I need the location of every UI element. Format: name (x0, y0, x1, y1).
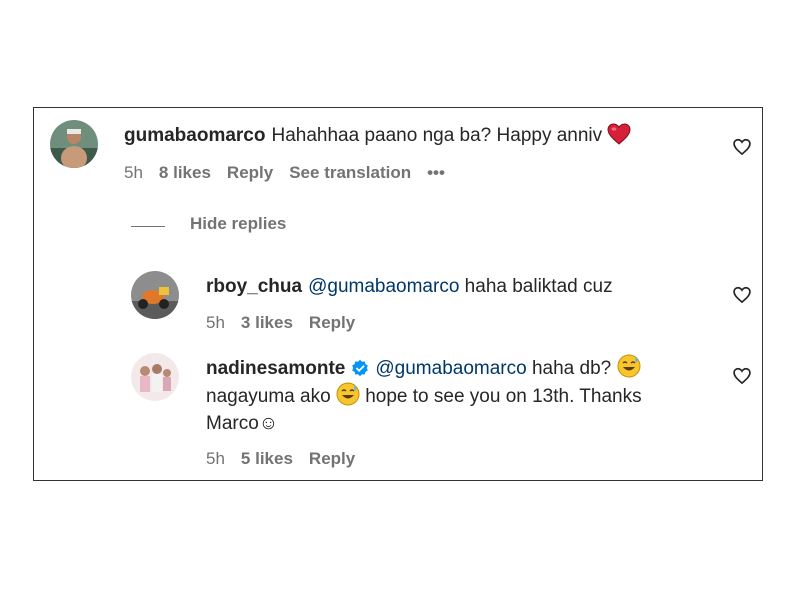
reply-mention[interactable]: @gumabaomarco (308, 276, 459, 297)
red-heart-emoji-icon (607, 123, 631, 145)
reply-time: 5h (206, 313, 225, 332)
reply-time: 5h (206, 449, 225, 468)
avatar-rboy-chua[interactable] (131, 271, 179, 319)
comment-likes[interactable]: 8 likes (159, 163, 211, 183)
reply-text-line1: haha db? (526, 358, 617, 379)
grinning-sweat-emoji-icon (617, 354, 640, 378)
see-translation-button[interactable]: See translation (289, 163, 411, 183)
more-options-button[interactable]: ••• (427, 163, 445, 183)
like-heart-icon[interactable] (732, 137, 752, 157)
reply-text-line3: Marco (206, 413, 259, 434)
reply-body: nadinesamonte @gumabaomarco haha db? naga… (206, 354, 726, 437)
reply-meta: 5h 3 likes Reply (206, 313, 355, 333)
hide-replies-button[interactable]: Hide replies (190, 214, 286, 234)
smile-emoji-icon: ☺ (258, 413, 279, 434)
reply-mention[interactable]: @gumabaomarco (375, 358, 526, 379)
reply-text: haha baliktad cuz (459, 276, 613, 297)
comment-meta: 5h 8 likes Reply See translation ••• (124, 163, 445, 183)
reply-meta: 5h 5 likes Reply (206, 449, 355, 469)
reply-button[interactable]: Reply (309, 449, 355, 469)
verified-badge-icon (352, 359, 369, 377)
hide-replies-line (131, 226, 165, 227)
reply-likes[interactable]: 5 likes (241, 449, 293, 469)
grinning-sweat-emoji-icon (336, 382, 360, 406)
like-heart-icon[interactable] (732, 285, 752, 305)
reply-text-line2b: hope to see you on 13th. Thanks (359, 386, 642, 407)
reply-body: rboy_chua @gumabaomarco haha baliktad cuz (206, 273, 613, 300)
reply-button[interactable]: Reply (227, 163, 273, 183)
reply-likes[interactable]: 3 likes (241, 313, 293, 333)
comment-body: gumabaomarco Hahahhaa paano nga ba? Happy… (124, 122, 631, 149)
comment-text: Hahahhaa paano nga ba? Happy anniv (271, 125, 603, 146)
reply-username[interactable]: rboy_chua (206, 276, 302, 297)
avatar-nadinesamonte[interactable] (131, 353, 179, 401)
comment-username[interactable]: gumabaomarco (124, 125, 265, 146)
reply-text-line2a: nagayuma ako (206, 386, 336, 407)
comments-panel: gumabaomarco Hahahhaa paano nga ba? Happy… (33, 107, 763, 481)
like-heart-icon[interactable] (732, 366, 752, 386)
reply-username[interactable]: nadinesamonte (206, 358, 345, 379)
comment-time: 5h (124, 163, 143, 182)
reply-button[interactable]: Reply (309, 313, 355, 333)
avatar-gumabaomarco[interactable] (50, 120, 98, 168)
